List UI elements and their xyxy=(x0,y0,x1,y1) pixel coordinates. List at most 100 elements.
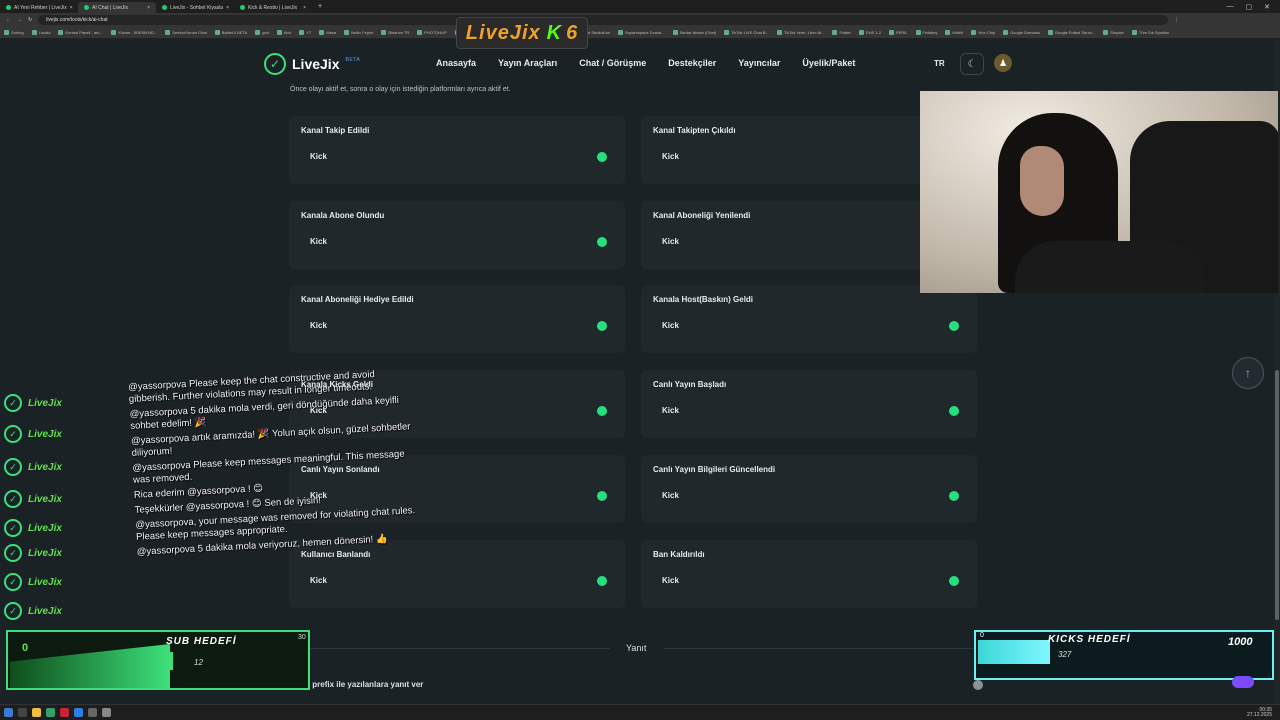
bookmark-item[interactable]: SembolYorum Chat xyxy=(165,30,207,35)
bookmark-item[interactable]: TikTok Yeter, Libro At... xyxy=(776,30,824,35)
app-icon[interactable] xyxy=(60,708,69,717)
back-icon[interactable]: ← xyxy=(6,17,11,23)
logo-check-icon: ✓ xyxy=(264,53,286,75)
nav-home[interactable]: Anasayfa xyxy=(436,58,476,68)
prefix-only-toggle[interactable] xyxy=(973,680,983,690)
bookmark-item[interactable]: Sorting xyxy=(4,30,24,35)
site-logo[interactable]: ✓ LiveJix BETA xyxy=(264,53,360,75)
bookmark-icon xyxy=(724,30,730,35)
bookmark-icon xyxy=(255,30,261,35)
close-icon[interactable]: × xyxy=(70,5,73,11)
close-icon[interactable]: × xyxy=(147,5,150,11)
bookmark-item[interactable]: Flutter xyxy=(832,30,851,35)
close-window-button[interactable]: ✕ xyxy=(1264,3,1270,11)
bookmark-item[interactable]: Möbili xyxy=(945,30,963,35)
bookmark-item[interactable]: Fixfakey xyxy=(915,30,937,35)
bookmark-item[interactable]: DNS 1.2 xyxy=(858,30,881,35)
event-title: Kanal Aboneliği Hediye Edildi xyxy=(301,295,414,305)
bookmark-item[interactable]: gvd xyxy=(255,30,269,35)
sub-goal-widget: 0 SUB HEDEFİ 12 30 xyxy=(6,630,310,690)
nav-membership[interactable]: Üyelik/Paket xyxy=(802,58,855,68)
forward-icon[interactable]: → xyxy=(17,17,22,23)
sub-goal-count: 12 xyxy=(194,658,203,667)
bookmark-item[interactable]: Tüm Sık Sportlar xyxy=(1131,30,1169,35)
bookmark-item[interactable]: YT xyxy=(299,30,311,35)
bookmark-item[interactable]: Yüzme - 5DEKIKHD... xyxy=(110,30,157,35)
close-icon[interactable]: × xyxy=(226,5,229,11)
chrome-icon[interactable] xyxy=(46,708,55,717)
nav-streamers[interactable]: Yayıncılar xyxy=(738,58,780,68)
sub-goal-marker xyxy=(168,652,173,670)
nav-chat[interactable]: Chat / Görüşme xyxy=(579,58,646,68)
webcam-overlay xyxy=(920,91,1278,293)
maximize-button[interactable]: ▢ xyxy=(1246,3,1253,11)
url-field[interactable]: livejix.com/tools/kick/ai-chat xyxy=(38,15,1169,25)
sub-goal-progress xyxy=(10,644,170,688)
bookmark-item[interactable]: Squarespace Domai... xyxy=(618,30,665,35)
platform-toggle[interactable] xyxy=(597,490,607,501)
nav-stream-tools[interactable]: Yayın Araçları xyxy=(498,58,557,68)
browser-tab-active[interactable]: AI Chat | LiveJix × xyxy=(78,2,156,13)
reload-icon[interactable]: ↻ xyxy=(28,17,32,23)
platform-toggle[interactable] xyxy=(949,490,959,501)
platform-toggle[interactable] xyxy=(597,321,607,332)
bookmark-icon xyxy=(344,30,350,35)
new-tab-button[interactable]: + xyxy=(312,3,328,10)
bookmark-icon xyxy=(888,30,894,35)
bookmark-item[interactable]: Binance TR xyxy=(381,30,409,35)
bookmark-item[interactable]: BattleUI BETA xyxy=(214,30,247,35)
terminal-icon[interactable] xyxy=(88,708,97,717)
platform-label: Kick xyxy=(310,321,327,331)
bookmark-item[interactable]: TikTok LIVE Chat B... xyxy=(724,30,769,35)
platform-toggle[interactable] xyxy=(949,406,959,417)
event-platform-row: Kick xyxy=(653,146,965,168)
favicon-icon xyxy=(84,5,89,10)
divider xyxy=(664,648,984,649)
bookmark-icon xyxy=(1003,30,1009,35)
event-platform-row: Kick xyxy=(653,485,965,507)
platform-toggle[interactable] xyxy=(597,236,607,247)
scrollbar-thumb[interactable] xyxy=(1275,370,1279,620)
bookmark-item[interactable]: Kontrol Paneli - anı... xyxy=(58,30,103,35)
bookmark-item[interactable]: PHOTOHUP xyxy=(417,30,447,35)
platform-toggle[interactable] xyxy=(949,321,959,332)
chat-username: ✓ LiveJix xyxy=(4,490,62,508)
folder-icon[interactable] xyxy=(32,708,41,717)
bookmark-item[interactable]: Shopier xyxy=(1103,30,1124,35)
window-controls: — ▢ ✕ xyxy=(1227,3,1280,11)
sub-goal-current: 0 xyxy=(22,642,29,654)
address-bar-row: ← → ↻ livejix.com/tools/kick/ai-chat ⋮ xyxy=(0,13,1280,27)
scroll-to-top-button[interactable]: ↑ xyxy=(1232,357,1264,389)
chat-username: ✓ LiveJix xyxy=(4,602,62,620)
language-selector[interactable]: TR xyxy=(934,59,945,68)
avatar[interactable]: ♟ xyxy=(994,54,1012,72)
platform-toggle[interactable] xyxy=(949,575,959,586)
code-icon[interactable] xyxy=(74,708,83,717)
nav-supporters[interactable]: Destekçiler xyxy=(668,58,716,68)
close-icon[interactable]: × xyxy=(303,5,306,11)
bookmark-item[interactable]: Sardar Ahsan (Chat) xyxy=(672,30,716,35)
bookmark-item[interactable]: Mesa xyxy=(319,30,336,35)
platform-toggle[interactable] xyxy=(597,152,607,162)
bookmark-item[interactable]: Google Edited Struct... xyxy=(1047,30,1095,35)
start-icon[interactable] xyxy=(4,708,13,717)
platform-toggle[interactable] xyxy=(597,406,607,417)
theme-toggle-button[interactable]: ☾ xyxy=(960,53,984,75)
platform-toggle[interactable] xyxy=(597,575,607,586)
bookmark-item[interactable]: Kick xyxy=(276,30,291,35)
browser-tab[interactable]: LiveJix - Sohbet Kiyasla × xyxy=(156,2,234,13)
app-icon[interactable] xyxy=(102,708,111,717)
event-title: Kanal Takipten Çıkıldı xyxy=(653,126,736,135)
bookmark-item[interactable]: Google Domains xyxy=(1003,30,1040,35)
extensions-icon[interactable]: ⋮ xyxy=(1174,17,1179,23)
browser-tab[interactable]: AI Yeni Rehber | LiveJix × xyxy=(0,2,78,13)
search-icon[interactable] xyxy=(18,708,27,717)
kicks-goal-progress xyxy=(978,640,1050,664)
bookmark-item[interactable]: Lucida xyxy=(31,30,50,35)
bookmark-item[interactable]: PERIL xyxy=(888,30,908,35)
browser-tab[interactable]: Kick & Restio | LiveJix × xyxy=(234,2,312,13)
bookmark-item[interactable]: Netlix Feyrin xyxy=(344,30,373,35)
bookmark-item[interactable]: Yine Chip xyxy=(970,30,995,35)
bookmark-icon xyxy=(165,30,171,35)
minimize-button[interactable]: — xyxy=(1227,3,1234,11)
